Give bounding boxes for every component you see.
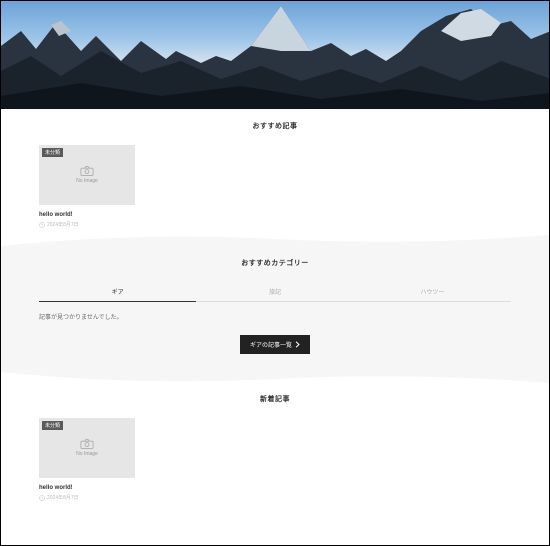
empty-message: 記事が見つかりませんでした。: [39, 312, 511, 321]
categories-section: おすすめカテゴリー ギア 旅記 ハウツー 記事が見つかりませんでした。 ギアの記…: [1, 246, 549, 372]
card-thumbnail: 未分類 No Image: [39, 145, 135, 205]
no-image-label: No Image: [76, 451, 98, 457]
category-badge: 未分類: [42, 421, 63, 430]
chevron-right-icon: [295, 341, 300, 348]
category-tabs: ギア 旅記 ハウツー: [39, 282, 511, 302]
camera-icon: [80, 166, 94, 176]
card-title: hello world!: [39, 212, 135, 218]
card-title: hello world!: [39, 485, 135, 491]
section-title: おすすめカテゴリー: [39, 258, 511, 268]
latest-section: 新着記事 未分類 No Image hello world! 2024年8月7日: [1, 372, 549, 519]
card-thumbnail: 未分類 No Image: [39, 418, 135, 478]
clock-icon: [39, 222, 45, 228]
view-all-button[interactable]: ギアの記事一覧: [240, 335, 310, 354]
camera-icon: [80, 439, 94, 449]
recommended-section: おすすめ記事 未分類 No Image hello world! 2024年8月…: [1, 109, 549, 246]
article-card[interactable]: 未分類 No Image hello world! 2024年8月7日: [39, 145, 135, 228]
tab-gear[interactable]: ギア: [39, 282, 196, 302]
clock-icon: [39, 495, 45, 501]
article-card[interactable]: 未分類 No Image hello world! 2024年8月7日: [39, 418, 135, 501]
section-title: 新着記事: [39, 394, 511, 404]
card-date: 2024年8月7日: [39, 494, 135, 501]
hero-image: [1, 1, 549, 109]
tab-howto[interactable]: ハウツー: [354, 282, 511, 301]
category-badge: 未分類: [42, 148, 63, 157]
no-image-label: No Image: [76, 178, 98, 184]
wave-divider: [1, 232, 549, 246]
tab-travel[interactable]: 旅記: [196, 282, 353, 301]
section-title: おすすめ記事: [39, 121, 511, 131]
card-date: 2024年8月7日: [39, 221, 135, 228]
